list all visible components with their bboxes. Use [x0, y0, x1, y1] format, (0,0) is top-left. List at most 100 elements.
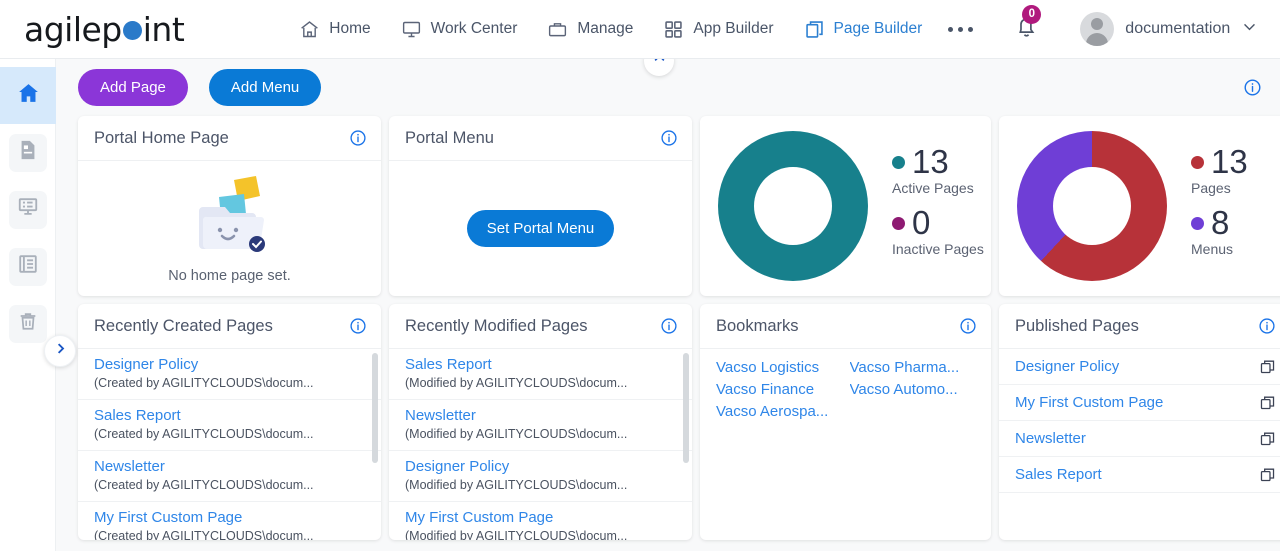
list-item-meta: (Created by AGILITYCLOUDS\docum...: [94, 375, 314, 390]
donut-ring: [1017, 131, 1167, 281]
copy-icon[interactable]: [1259, 466, 1276, 483]
legend-label: Active Pages: [892, 180, 974, 196]
recently-created-list[interactable]: Designer Policy (Created by AGILITYCLOUDS…: [78, 349, 381, 540]
info-icon[interactable]: [959, 317, 977, 335]
top-navigation-bar: agilep int Home Work Center Manage App B…: [0, 0, 1280, 59]
list-item-link[interactable]: Designer Policy: [94, 356, 365, 375]
set-portal-menu-button[interactable]: Set Portal Menu: [466, 210, 615, 247]
published-page-link[interactable]: Sales Report: [1015, 466, 1102, 483]
info-icon[interactable]: [660, 317, 678, 335]
nav-item-manage[interactable]: Manage: [547, 19, 633, 40]
sidebar-item-menus-box: [9, 247, 47, 286]
info-icon[interactable]: [349, 129, 367, 147]
empty-state-text: No home page set.: [168, 267, 291, 284]
copy-icon[interactable]: [1259, 430, 1276, 447]
sidebar-item-menus[interactable]: [0, 238, 56, 295]
add-page-button[interactable]: Add Page: [78, 69, 188, 106]
nav-item-work-center[interactable]: Work Center: [401, 19, 517, 40]
donut-ring: [718, 131, 868, 281]
add-menu-button[interactable]: Add Menu: [208, 69, 322, 106]
list-item-link[interactable]: Designer Policy: [405, 458, 676, 477]
legend-swatch: [1191, 156, 1204, 170]
list-item[interactable]: My First Custom Page (Modified by AGILITY…: [389, 502, 692, 540]
donut-chart-pages-activity: 13 Active Pages 0 Inactive Pages: [700, 116, 991, 296]
published-page-row: Newsletter: [999, 421, 1280, 457]
logo-text-part2: int: [142, 9, 185, 49]
user-name-label: documentation: [1125, 20, 1231, 37]
list-item[interactable]: My First Custom Page (Created by AGILITYC…: [78, 502, 381, 540]
published-page-row: Designer Policy: [999, 349, 1280, 385]
list-item-meta: (Modified by AGILITYCLOUDS\docum...: [405, 528, 628, 540]
sidebar-item-home[interactable]: [0, 67, 56, 124]
list-item[interactable]: Designer Policy (Modified by AGILITYCLOUD…: [389, 451, 692, 502]
chevron-down-icon: [1241, 18, 1258, 40]
copy-icon[interactable]: [1259, 358, 1276, 375]
info-icon[interactable]: [1258, 317, 1276, 335]
card-header: Recently Created Pages: [78, 304, 381, 349]
list-item-link[interactable]: Sales Report: [405, 356, 676, 375]
nav-item-app-builder-label: App Builder: [693, 20, 774, 37]
bookmark-link[interactable]: Vacso Aerospa...: [716, 403, 844, 420]
set-portal-menu-wrap: Set Portal Menu: [389, 161, 692, 296]
bookmark-link[interactable]: Vacso Logistics: [716, 359, 844, 376]
nav-item-home-label: Home: [329, 20, 371, 37]
list-item-meta: (Modified by AGILITYCLOUDS\docum...: [405, 375, 628, 390]
card-title: Published Pages: [1015, 316, 1139, 335]
published-page-link[interactable]: Newsletter: [1015, 430, 1086, 447]
bookmark-link[interactable]: Vacso Finance: [716, 381, 844, 398]
list-item[interactable]: Newsletter (Created by AGILITYCLOUDS\docu…: [78, 451, 381, 502]
briefcase-icon: [547, 19, 568, 40]
legend-swatch: [1191, 216, 1204, 230]
list-item[interactable]: Sales Report (Modified by AGILITYCLOUDS\d…: [389, 349, 692, 400]
bookmark-link[interactable]: Vacso Automo...: [850, 381, 978, 398]
info-icon[interactable]: [349, 317, 367, 335]
sidebar-item-home-box: [9, 77, 47, 115]
nav-item-app-builder[interactable]: App Builder: [663, 19, 774, 40]
list-item[interactable]: Newsletter (Modified by AGILITYCLOUDS\doc…: [389, 400, 692, 451]
page-info-button[interactable]: [1243, 78, 1262, 97]
primary-nav-items: Home Work Center Manage App Builder Page…: [299, 19, 922, 40]
card-header: Portal Menu: [389, 116, 692, 161]
card-header: Portal Home Page: [78, 116, 381, 161]
list-item-meta: (Created by AGILITYCLOUDS\docum...: [94, 426, 314, 441]
list-item[interactable]: Designer Policy (Created by AGILITYCLOUDS…: [78, 349, 381, 400]
legend-value: 13: [912, 143, 949, 181]
sidebar-item-pages[interactable]: [0, 124, 56, 181]
copy-icon[interactable]: [1259, 394, 1276, 411]
recently-modified-list[interactable]: Sales Report (Modified by AGILITYCLOUDS\d…: [389, 349, 692, 540]
more-dot: [968, 26, 974, 32]
nav-item-home[interactable]: Home: [299, 19, 371, 40]
legend-swatch: [892, 216, 905, 230]
list-item[interactable]: Sales Report (Created by AGILITYCLOUDS\do…: [78, 400, 381, 451]
list-item-link[interactable]: Sales Report: [94, 407, 365, 426]
home-icon: [16, 81, 41, 111]
published-page-link[interactable]: Designer Policy: [1015, 358, 1119, 375]
legend-label: Menus: [1191, 240, 1234, 257]
empty-folder-illustration-icon: [182, 174, 278, 264]
chevron-right-icon: [53, 341, 68, 361]
list-item-link[interactable]: Newsletter: [94, 458, 365, 477]
list-item-link[interactable]: My First Custom Page: [405, 509, 676, 528]
scrollbar-thumb[interactable]: [683, 353, 689, 463]
scrollbar-thumb[interactable]: [372, 353, 378, 463]
notifications-button[interactable]: 0: [1013, 5, 1042, 45]
list-item-meta: (Created by AGILITYCLOUDS\docum...: [94, 528, 314, 540]
left-sidebar: [0, 59, 76, 551]
list-item-meta: (Created by AGILITYCLOUDS\docum...: [94, 477, 314, 492]
more-dot: [958, 26, 964, 32]
pages-icon: [804, 19, 825, 40]
more-options-button[interactable]: [948, 26, 974, 32]
bookmark-link[interactable]: Vacso Pharma...: [850, 359, 978, 376]
list-item-link[interactable]: Newsletter: [405, 407, 676, 426]
sidebar-expand-button[interactable]: [44, 335, 76, 367]
nav-item-page-builder-label: Page Builder: [833, 20, 923, 37]
card-title: Recently Created Pages: [94, 316, 273, 335]
agilepoint-logo[interactable]: agilep int: [24, 9, 185, 49]
nav-item-page-builder[interactable]: Page Builder: [804, 19, 923, 40]
info-icon[interactable]: [660, 129, 678, 147]
sidebar-item-portal[interactable]: [0, 181, 56, 238]
list-item-link[interactable]: My First Custom Page: [94, 509, 365, 528]
user-menu[interactable]: documentation: [1080, 12, 1258, 46]
donut-chart-pages-menus: 13 Pages 8 Menus: [999, 116, 1280, 296]
published-page-link[interactable]: My First Custom Page: [1015, 394, 1163, 411]
